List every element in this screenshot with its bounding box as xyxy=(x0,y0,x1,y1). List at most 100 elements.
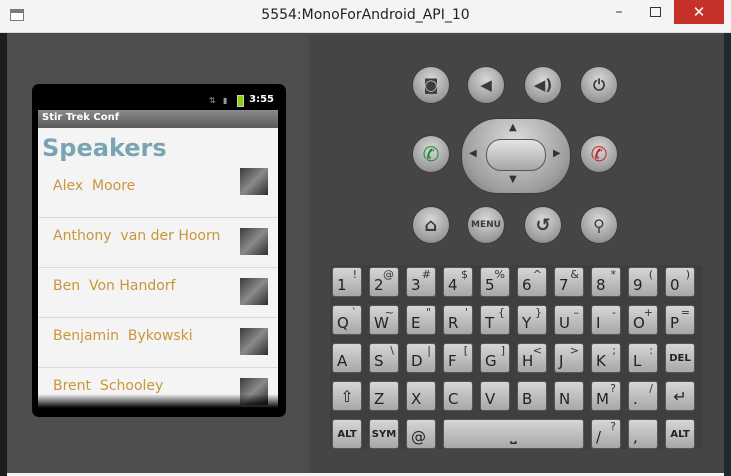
key-g[interactable]: G] xyxy=(480,343,510,373)
speaker-row[interactable]: Alex Moore xyxy=(38,168,278,218)
key-sym[interactable]: SYM xyxy=(369,419,399,449)
key-k[interactable]: K; xyxy=(591,343,621,373)
volume-up-button[interactable]: ◀) xyxy=(524,66,562,104)
key-r[interactable]: R ' xyxy=(443,305,473,335)
key-slash[interactable]: /? xyxy=(591,419,621,449)
camera-button[interactable]: ◙ xyxy=(412,66,450,104)
key-alt-right[interactable]: ALT xyxy=(665,419,695,449)
app-title: Stir Trek Conf xyxy=(42,112,120,123)
key-primary-label: C xyxy=(448,390,459,408)
key-5[interactable]: 5% xyxy=(480,267,510,297)
key-primary-label: Y xyxy=(522,314,532,332)
maximize-button[interactable] xyxy=(638,0,672,24)
key-d[interactable]: D | xyxy=(406,343,436,373)
key-primary-label: 7 xyxy=(559,276,569,294)
key-secondary-label: ; xyxy=(612,344,616,357)
key-4[interactable]: 4 $ xyxy=(443,267,473,297)
key-0[interactable]: 0) xyxy=(665,267,695,297)
key-secondary-label: \ xyxy=(390,344,394,357)
key-primary-label: Q xyxy=(337,314,349,332)
key-j[interactable]: J > xyxy=(554,343,584,373)
key-9[interactable]: 9( xyxy=(628,267,658,297)
key-shift[interactable]: ⇧ xyxy=(332,381,362,411)
speaker-row[interactable]: Ben Von Handorf xyxy=(38,268,278,318)
key-primary-label: J xyxy=(559,352,564,370)
key-u[interactable]: U – xyxy=(554,305,584,335)
key-y[interactable]: Y} xyxy=(517,305,547,335)
key-at[interactable]: @ xyxy=(406,419,436,449)
key-v[interactable]: V xyxy=(480,381,510,411)
key-secondary-label: * xyxy=(610,268,617,281)
key-secondary-label: } xyxy=(535,306,542,319)
key-1[interactable]: 1! xyxy=(332,267,362,297)
key-primary-label: S xyxy=(374,352,384,370)
key-p[interactable]: P = xyxy=(665,305,695,335)
key-m[interactable]: M? xyxy=(591,381,621,411)
dpad-down-icon[interactable]: ▼ xyxy=(509,174,517,185)
key-s[interactable]: S \ xyxy=(369,343,399,373)
dpad-up-icon[interactable]: ▲ xyxy=(509,122,517,133)
window-titlebar: 5554:MonoForAndroid_API_10 – ✕ xyxy=(0,0,731,33)
key-comma[interactable]: , xyxy=(628,419,658,449)
key-delete[interactable]: DEL xyxy=(665,343,695,373)
key-t[interactable]: T{ xyxy=(480,305,510,335)
key-secondary-label: ( xyxy=(648,268,653,281)
key-secondary-label: = xyxy=(680,306,690,319)
dpad-left-icon[interactable]: ◀ xyxy=(469,148,477,159)
key-alt-left[interactable]: ALT xyxy=(332,419,362,449)
key-l[interactable]: L: xyxy=(628,343,658,373)
speaker-name: Brent Schooley xyxy=(53,378,164,394)
key-n[interactable]: N xyxy=(554,381,584,411)
key-secondary-label: : xyxy=(649,344,653,357)
key-primary-label: 0 xyxy=(670,276,680,294)
key-secondary-label: ' xyxy=(464,306,468,319)
end-call-button[interactable]: ✆ xyxy=(580,135,618,173)
search-button[interactable]: ⚲ xyxy=(580,206,618,244)
search-icon: ⚲ xyxy=(593,215,605,235)
speaker-avatar xyxy=(240,278,268,305)
key-h[interactable]: H < xyxy=(517,343,547,373)
key-a[interactable]: A xyxy=(332,343,362,373)
menu-button[interactable]: MENU xyxy=(467,206,505,244)
speaker-name: Ben Von Handorf xyxy=(53,278,176,294)
maximize-icon xyxy=(649,7,661,17)
key-q[interactable]: Q ` xyxy=(332,305,362,335)
call-button[interactable]: ✆ xyxy=(412,135,450,173)
dpad-right-icon[interactable]: ▶ xyxy=(553,148,561,159)
key-c[interactable]: C xyxy=(443,381,473,411)
key-o[interactable]: O + xyxy=(628,305,658,335)
close-button[interactable]: ✕ xyxy=(674,0,724,24)
key-primary-label: 3 xyxy=(411,276,421,294)
key-period[interactable]: . / xyxy=(628,381,658,411)
minimize-button[interactable]: – xyxy=(602,0,636,24)
key-6[interactable]: 6 ^ xyxy=(517,267,547,297)
key-primary-label: P xyxy=(670,314,680,332)
key-b[interactable]: B xyxy=(517,381,547,411)
key-x[interactable]: X xyxy=(406,381,436,411)
dpad-center-button[interactable] xyxy=(486,139,546,171)
key-3[interactable]: 3 # xyxy=(406,267,436,297)
key-secondary-label: $ xyxy=(461,268,468,281)
key-space[interactable]: ⎵ xyxy=(443,419,584,449)
delete-label: DEL xyxy=(669,353,691,364)
speaker-row[interactable]: Benjamin Bykowski xyxy=(38,318,278,368)
speaker-row[interactable]: Anthony van der Hoorn xyxy=(38,218,278,268)
key-secondary-label: & xyxy=(570,268,579,281)
volume-up-icon: ◀) xyxy=(533,76,553,94)
key-i[interactable]: I- xyxy=(591,305,621,335)
power-button[interactable]: ⏻ xyxy=(580,66,618,104)
volume-down-button[interactable]: ◀ xyxy=(467,66,505,104)
key-enter[interactable]: ↵ xyxy=(665,381,695,411)
key-e[interactable]: E " xyxy=(406,305,436,335)
key-8[interactable]: 8 * xyxy=(591,267,621,297)
key-7[interactable]: 7 & xyxy=(554,267,584,297)
key-2[interactable]: 2 @ xyxy=(369,267,399,297)
home-button[interactable]: ⌂ xyxy=(412,206,450,244)
key-f[interactable]: F[ xyxy=(443,343,473,373)
key-z[interactable]: Z xyxy=(369,381,399,411)
back-button[interactable]: ↺ xyxy=(524,206,562,244)
key-primary-label: B xyxy=(522,390,533,408)
desktop-strip-right xyxy=(724,33,731,476)
key-w[interactable]: W ~ xyxy=(369,305,399,335)
key-primary-label: 6 xyxy=(522,276,532,294)
